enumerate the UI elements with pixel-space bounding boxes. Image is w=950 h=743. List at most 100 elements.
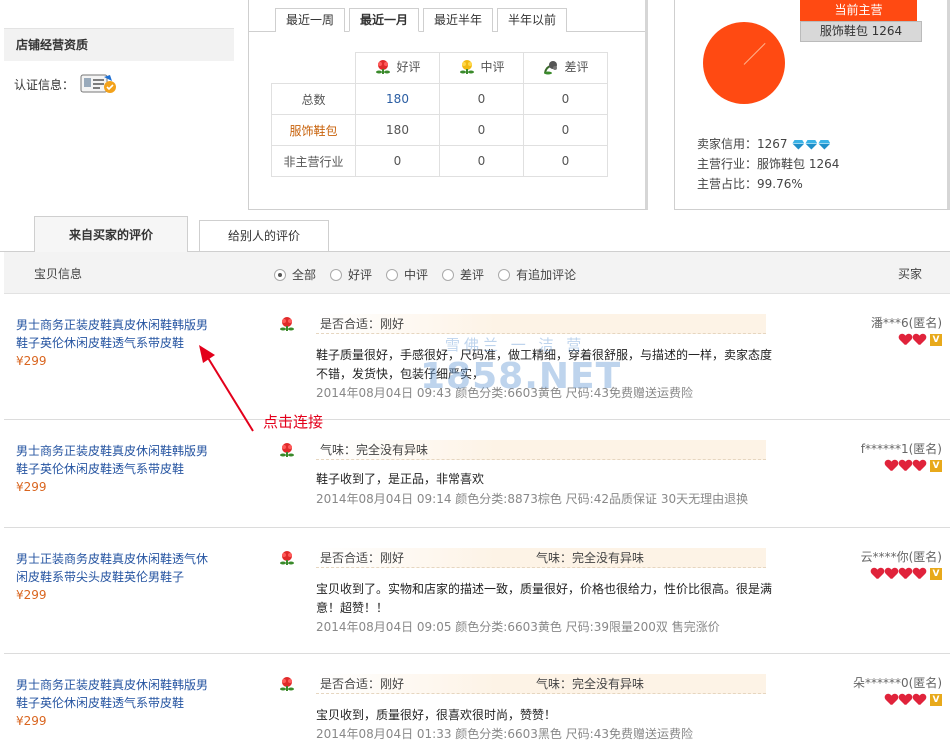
radio-icon[interactable]	[442, 268, 455, 281]
radio-icon[interactable]	[386, 268, 399, 281]
product-link[interactable]: 男士正装商务皮鞋真皮休闲鞋透气休闲皮鞋系带尖头皮鞋英伦男鞋子	[16, 552, 208, 584]
store-qualification-title: 店铺经营资质	[4, 28, 234, 61]
heart-icon	[885, 694, 898, 706]
radio-selected-icon[interactable]	[274, 268, 286, 281]
attr-smell: 气味：完全没有异味	[536, 677, 645, 691]
seller-credit: 卖家信用：1267	[697, 134, 839, 154]
id-card-icon[interactable]	[80, 73, 118, 95]
red-flower-icon	[280, 677, 294, 691]
heart-icon	[885, 568, 898, 580]
review-row: 男士商务正装皮鞋真皮休闲鞋韩版男鞋子英伦休闲皮鞋透气系带皮鞋 ¥299 是否合适…	[4, 654, 950, 743]
review-attributes: 气味：完全没有异味	[316, 440, 766, 460]
diamond-icon	[792, 140, 804, 150]
header-bad: 差评	[523, 52, 608, 84]
legend-main-business: 当前主营	[800, 0, 917, 21]
yellow-flower-icon	[460, 59, 475, 74]
cell-value: 0	[439, 83, 524, 115]
attr-fit: 是否合适：刚好	[320, 677, 405, 691]
review-comment: 鞋子收到了，是正品，非常喜欢	[316, 472, 485, 486]
seller-credit-label: 卖家信用：	[697, 137, 758, 151]
diamond-icon	[818, 140, 830, 150]
red-flower-icon	[280, 317, 294, 331]
buyer-badges: V	[871, 568, 942, 580]
filter-bar: 宝贝信息 全部 好评 中评 差评 有追加评论 买家	[4, 252, 950, 294]
review-attributes: 是否合适：刚好 气味：完全没有异味	[316, 674, 766, 694]
watermark-subtext: 雪佛兰 一 洁 营	[445, 336, 586, 354]
tab-before-half-year[interactable]: 半年以前	[497, 8, 568, 32]
share-label: 主营占比：	[697, 177, 758, 191]
tab-week[interactable]: 最近一周	[275, 8, 346, 32]
product-link[interactable]: 男士商务正装皮鞋真皮休闲鞋韩版男鞋子英伦休闲皮鞋透气系带皮鞋	[16, 318, 208, 350]
review-meta: 2014年08月04日 01:33 颜色分类:6603黑色 尺码:43免费赠送运…	[316, 727, 693, 741]
review-row: 男士正装商务皮鞋真皮休闲鞋透气休闲皮鞋系带尖头皮鞋英伦男鞋子 ¥299 是否合适…	[4, 528, 950, 654]
product-link[interactable]: 男士商务正装皮鞋真皮休闲鞋韩版男鞋子英伦休闲皮鞋透气系带皮鞋	[16, 678, 208, 710]
table-row: 总数 180 0 0	[271, 83, 608, 115]
legend-category: 服饰鞋包 1264	[800, 21, 922, 42]
attr-fit: 是否合适：刚好	[320, 317, 405, 331]
review-attributes: 是否合适：刚好	[316, 314, 766, 334]
red-flower-icon	[280, 551, 294, 565]
buyer-badges: V	[885, 694, 942, 706]
review-comment: 宝贝收到了。实物和店家的描述一致，质量很好，价格也很给力，性价比很高。很是满意！…	[316, 582, 773, 615]
main-industry: 主营行业：服饰鞋包 1264	[697, 154, 839, 174]
filter-all-label: 全部	[292, 268, 317, 282]
review-row: 男士商务正装皮鞋真皮休闲鞋韩版男鞋子英伦休闲皮鞋透气系带皮鞋 ¥299 气味：完…	[4, 420, 950, 528]
tab-from-buyers[interactable]: 来自买家的评价	[34, 216, 188, 253]
filter-neutral[interactable]: 中评	[386, 266, 428, 283]
filter-all[interactable]: 全部	[274, 266, 316, 283]
annotation-text: 点击连接	[263, 413, 324, 431]
product-price: ¥299	[16, 714, 47, 728]
tab-month[interactable]: 最近一月	[349, 8, 420, 32]
cell-value: 0	[523, 114, 608, 146]
review-meta: 2014年08月04日 09:14 颜色分类:8873棕色 尺码:42品质保证 …	[316, 492, 749, 506]
filter-neutral-label: 中评	[404, 268, 429, 282]
tab-to-others[interactable]: 给别人的评价	[199, 220, 329, 252]
filter-bad[interactable]: 差评	[442, 266, 484, 283]
heart-icon	[913, 334, 926, 346]
vip-icon: V	[930, 460, 942, 472]
heart-icon	[885, 460, 898, 472]
radio-icon[interactable]	[498, 268, 511, 281]
attr-smell: 气味：完全没有异味	[320, 443, 429, 457]
tab-half-year[interactable]: 最近半年	[423, 8, 494, 32]
vip-icon: V	[930, 694, 942, 706]
seller-info: 卖家信用：1267 主营行业：服饰鞋包 1264 主营占比：99.76%	[697, 134, 839, 194]
product-info: 男士商务正装皮鞋真皮休闲鞋韩版男鞋子英伦休闲皮鞋透气系带皮鞋 ¥299	[16, 442, 216, 496]
product-link[interactable]: 男士商务正装皮鞋真皮休闲鞋韩版男鞋子英伦休闲皮鞋透气系带皮鞋	[16, 444, 208, 476]
radio-icon[interactable]	[330, 268, 343, 281]
wilted-flower-icon	[544, 60, 558, 75]
product-price: ¥299	[16, 480, 47, 494]
diamond-icon	[805, 140, 817, 150]
review-comment: 宝贝收到，质量很好，很喜欢很时尚，赞赞！	[316, 708, 557, 722]
product-info: 男士商务正装皮鞋真皮休闲鞋韩版男鞋子英伦休闲皮鞋透气系带皮鞋 ¥299	[16, 676, 216, 730]
cell-value: 0	[523, 145, 608, 177]
rating-panel: 最近一周 最近一月 最近半年 半年以前 好评 中评 差评 总数 180 0 0 …	[248, 0, 648, 210]
heart-icon	[913, 694, 926, 706]
header-good-label: 好评	[396, 60, 421, 75]
red-flower-icon	[280, 443, 294, 457]
main-business-panel: 当前主营 服饰鞋包 1264 卖家信用：1267 主营行业：服饰鞋包 1264 …	[674, 0, 950, 210]
seller-credit-value: 1267	[757, 137, 788, 151]
filter-good[interactable]: 好评	[330, 266, 372, 283]
industry-value: 服饰鞋包 1264	[757, 157, 840, 171]
buyer-name: 潘***6(匿名)	[871, 316, 942, 330]
filter-followup[interactable]: 有追加评论	[498, 266, 576, 283]
cell-value: 0	[523, 83, 608, 115]
buyer-name: 朵******0(匿名)	[853, 676, 942, 690]
store-qualification-panel: 店铺经营资质 认证信息：	[4, 28, 234, 208]
cell-value: 0	[439, 145, 524, 177]
filter-radios: 全部 好评 中评 差评 有追加评论	[274, 266, 576, 283]
item-info-header: 宝贝信息	[34, 267, 83, 281]
attr-smell: 气味：完全没有异味	[536, 551, 645, 565]
watermark: 1858.NET	[420, 356, 622, 397]
annotation-arrow-icon	[199, 345, 254, 432]
row-label: 服饰鞋包	[271, 114, 356, 146]
cell-value[interactable]: 180	[355, 83, 440, 115]
review-tabs: 来自买家的评价 给别人的评价	[0, 216, 950, 253]
review-attributes: 是否合适：刚好 气味：完全没有异味	[316, 548, 766, 568]
buyer-badges: V	[885, 460, 942, 472]
row-label: 总数	[271, 83, 356, 115]
buyer-name: 云****你(匿名)	[860, 550, 942, 564]
cert-label: 认证信息：	[14, 77, 75, 92]
heart-icon	[899, 460, 912, 472]
